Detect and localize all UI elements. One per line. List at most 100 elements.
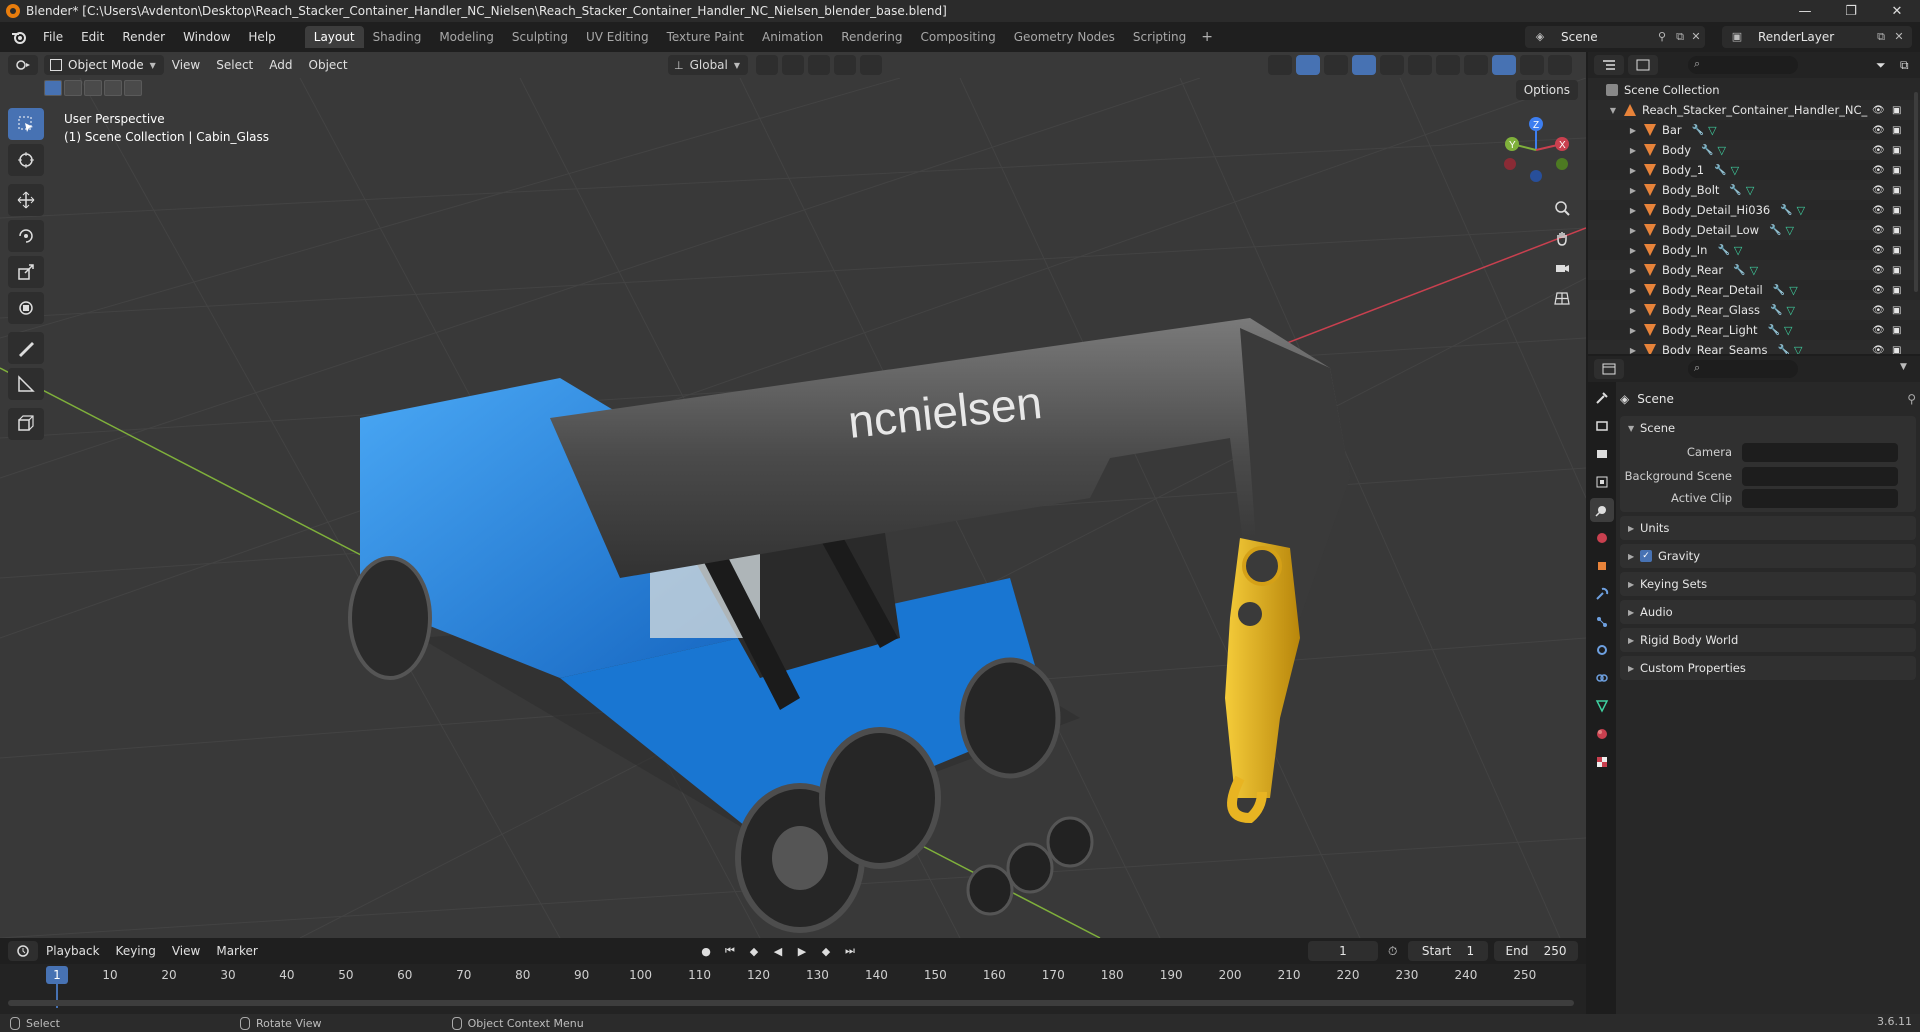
menu-window[interactable]: Window bbox=[174, 26, 239, 48]
gravity-checkbox[interactable]: ✓ bbox=[1640, 550, 1652, 562]
menu-file[interactable]: File bbox=[34, 26, 72, 48]
camera-field[interactable] bbox=[1742, 442, 1898, 462]
gravity-panel[interactable]: ▶ ✓ Gravity bbox=[1620, 544, 1916, 568]
material-properties-tab[interactable] bbox=[1590, 722, 1614, 746]
eye-icon[interactable]: 👁 bbox=[1872, 345, 1886, 355]
snap-target-button[interactable] bbox=[808, 55, 830, 75]
mesh-data-icon[interactable]: ▽ bbox=[1786, 224, 1794, 237]
gizmo-toggle-button[interactable] bbox=[1296, 55, 1320, 75]
timeline-scrollbar[interactable] bbox=[8, 1000, 1574, 1006]
constraints-properties-tab[interactable] bbox=[1590, 666, 1614, 690]
expand-arrow-icon[interactable]: ▶ bbox=[1628, 346, 1638, 355]
world-properties-tab[interactable] bbox=[1590, 526, 1614, 550]
output-properties-tab[interactable] bbox=[1590, 442, 1614, 466]
frame-ruler[interactable]: 1102030405060708090100110120130140150160… bbox=[0, 964, 1586, 986]
new-collection-icon[interactable]: ⧉ bbox=[1900, 58, 1909, 73]
shading-dropdown[interactable] bbox=[1548, 55, 1572, 75]
outliner-item[interactable]: ▶ Body_Rear 🔧 ▽ 👁 ▣ bbox=[1588, 260, 1920, 280]
tool-properties-tab[interactable] bbox=[1590, 386, 1614, 410]
play-icon[interactable]: ▶ bbox=[792, 941, 812, 961]
options-dropdown[interactable]: Options bbox=[1515, 80, 1578, 100]
select-extend-button[interactable] bbox=[64, 80, 82, 96]
render-visibility-icon[interactable]: ▣ bbox=[1892, 265, 1906, 276]
navigation-gizmo[interactable]: Z X Y bbox=[1500, 114, 1572, 186]
scale-tool[interactable] bbox=[8, 256, 44, 288]
timeline-menu-keying[interactable]: Keying bbox=[108, 944, 164, 958]
pan-hand-icon[interactable] bbox=[1548, 224, 1576, 252]
tab-geometry-nodes[interactable]: Geometry Nodes bbox=[1005, 26, 1124, 48]
render-visibility-icon[interactable]: ▣ bbox=[1892, 285, 1906, 296]
eye-icon[interactable]: 👁 bbox=[1872, 185, 1886, 196]
move-tool[interactable] bbox=[8, 184, 44, 216]
overlays-dropdown[interactable] bbox=[1380, 55, 1404, 75]
tab-modeling[interactable]: Modeling bbox=[430, 26, 503, 48]
viewport-menu-select[interactable]: Select bbox=[208, 58, 261, 72]
play-reverse-icon[interactable]: ◀ bbox=[768, 941, 788, 961]
minimize-button[interactable]: — bbox=[1782, 0, 1828, 22]
outliner-item[interactable]: ▶ Body_Bolt 🔧 ▽ 👁 ▣ bbox=[1588, 180, 1920, 200]
select-subtract-button[interactable] bbox=[84, 80, 102, 96]
mesh-data-icon[interactable]: ▽ bbox=[1717, 144, 1725, 157]
outliner-item[interactable]: ▶ Body 🔧 ▽ 👁 ▣ bbox=[1588, 140, 1920, 160]
viewport-menu-view[interactable]: View bbox=[164, 58, 208, 72]
object-properties-tab[interactable] bbox=[1590, 554, 1614, 578]
tab-layout[interactable]: Layout bbox=[304, 26, 364, 48]
filter-icon[interactable]: ⏷ bbox=[1876, 58, 1886, 73]
render-properties-tab[interactable] bbox=[1590, 414, 1614, 438]
3d-viewport[interactable]: ncnielsen Object Mode ▼ View Select Add … bbox=[0, 52, 1586, 938]
expand-arrow-icon[interactable]: ▶ bbox=[1628, 306, 1638, 315]
expand-arrow-icon[interactable]: ▶ bbox=[1628, 226, 1638, 235]
units-panel[interactable]: ▶ Units bbox=[1620, 516, 1916, 540]
properties-panel[interactable]: ⌕ ▼ ◈ Scene ⚲ ▼ Scene Camera Background … bbox=[1588, 356, 1920, 1014]
next-keyframe-icon[interactable]: ◆ bbox=[816, 941, 836, 961]
timeline-editor[interactable]: Playback Keying View Marker ● ⏮ ◆ ◀ ▶ ◆ … bbox=[0, 938, 1586, 1014]
expand-arrow-icon[interactable]: ▶ bbox=[1628, 266, 1638, 275]
select-intersect-button[interactable] bbox=[124, 80, 142, 96]
wireframe-shading-button[interactable] bbox=[1436, 55, 1460, 75]
current-frame-marker[interactable]: 1 bbox=[46, 966, 68, 984]
display-mode-button[interactable] bbox=[1628, 55, 1658, 75]
modifier-wrench-icon[interactable]: 🔧 bbox=[1777, 345, 1789, 355]
scene-properties-tab[interactable] bbox=[1590, 498, 1614, 522]
particles-properties-tab[interactable] bbox=[1590, 610, 1614, 634]
modifier-wrench-icon[interactable]: 🔧 bbox=[1768, 325, 1780, 336]
expand-arrow-icon[interactable]: ▶ bbox=[1628, 246, 1638, 255]
menu-edit[interactable]: Edit bbox=[72, 26, 113, 48]
record-icon[interactable]: ● bbox=[696, 941, 716, 961]
xray-toggle-button[interactable] bbox=[1408, 55, 1432, 75]
transform-orientation-selector[interactable]: ⊥ Global ▼ bbox=[668, 55, 748, 75]
modifier-properties-tab[interactable] bbox=[1590, 582, 1614, 606]
delete-layer-icon[interactable]: ✕ bbox=[1892, 30, 1906, 44]
snap-toggle-button[interactable] bbox=[782, 55, 804, 75]
modifier-wrench-icon[interactable]: 🔧 bbox=[1769, 225, 1781, 236]
zoom-icon[interactable] bbox=[1548, 194, 1576, 222]
cursor-tool[interactable] bbox=[8, 144, 44, 176]
new-scene-icon[interactable]: ⧉ bbox=[1673, 30, 1687, 44]
tab-sculpting[interactable]: Sculpting bbox=[503, 26, 577, 48]
viewport-menu-add[interactable]: Add bbox=[261, 58, 300, 72]
delete-scene-icon[interactable]: ✕ bbox=[1689, 30, 1703, 44]
select-new-button[interactable] bbox=[44, 80, 62, 96]
reach-stacker-model[interactable]: ncnielsen bbox=[348, 318, 1350, 933]
outliner-editor-type-button[interactable] bbox=[1594, 55, 1624, 75]
rotate-tool[interactable] bbox=[8, 220, 44, 252]
add-workspace-button[interactable]: + bbox=[1195, 29, 1219, 45]
solid-shading-button[interactable] bbox=[1464, 55, 1488, 75]
annotate-tool[interactable] bbox=[8, 332, 44, 364]
rigid-body-world-panel[interactable]: ▶ Rigid Body World bbox=[1620, 628, 1916, 652]
select-box-tool[interactable] bbox=[8, 108, 44, 140]
expand-arrow-icon[interactable]: ▶ bbox=[1628, 166, 1638, 175]
properties-editor-type-button[interactable] bbox=[1594, 359, 1624, 379]
menu-render[interactable]: Render bbox=[113, 26, 174, 48]
modifier-wrench-icon[interactable]: 🔧 bbox=[1729, 185, 1741, 196]
outliner-root[interactable]: Scene Collection bbox=[1588, 80, 1920, 100]
modifier-wrench-icon[interactable]: 🔧 bbox=[1770, 305, 1782, 316]
outliner-item[interactable]: ▶ Body_Rear_Seams 🔧 ▽ 👁 ▣ bbox=[1588, 340, 1920, 354]
eye-icon[interactable]: 👁 bbox=[1872, 205, 1886, 216]
eye-icon[interactable]: 👁 bbox=[1872, 105, 1886, 116]
timeline-menu-playback[interactable]: Playback bbox=[38, 944, 108, 958]
outliner-item[interactable]: ▶ Body_1 🔧 ▽ 👁 ▣ bbox=[1588, 160, 1920, 180]
eye-icon[interactable]: 👁 bbox=[1872, 245, 1886, 256]
outliner-item[interactable]: ▶ Bar 🔧 ▽ 👁 ▣ bbox=[1588, 120, 1920, 140]
mesh-data-icon[interactable]: ▽ bbox=[1794, 344, 1802, 355]
